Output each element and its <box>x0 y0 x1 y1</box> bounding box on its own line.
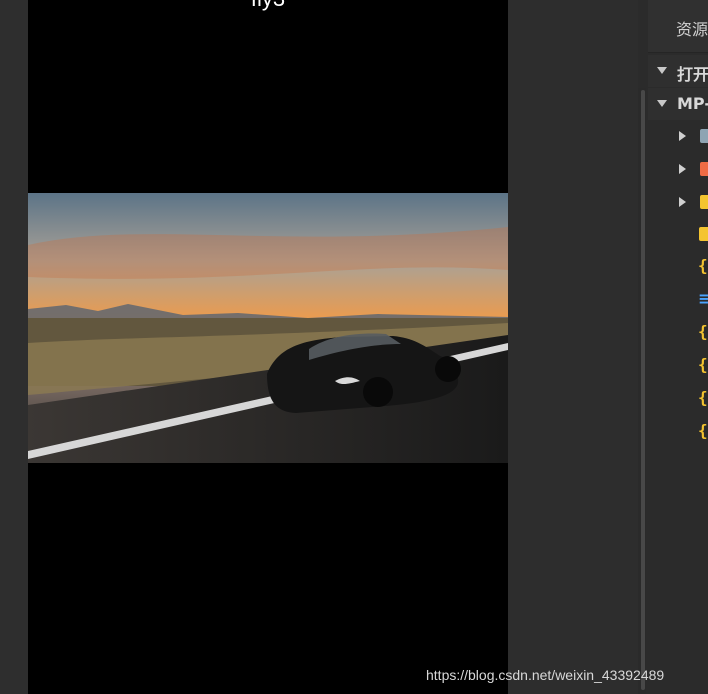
chevron-right-icon <box>679 164 686 174</box>
folder-row[interactable] <box>648 120 708 153</box>
mini-program-simulator[interactable]: fly3 <box>28 0 508 694</box>
explorer-scrollbar-thumb[interactable] <box>641 90 645 690</box>
json-file-icon[interactable]: { <box>698 355 708 374</box>
json-file-icon[interactable]: { <box>698 388 708 407</box>
folder-icon <box>700 129 708 143</box>
explorer-title: 资源管理器 <box>676 20 708 39</box>
folder-icon <box>700 195 708 209</box>
car-rear-wheel <box>435 356 461 382</box>
simulator-side-gap <box>508 0 638 694</box>
chevron-right-icon <box>679 197 686 207</box>
chevron-right-icon <box>679 131 686 141</box>
folder-row[interactable] <box>648 153 708 186</box>
section-label: MP- <box>677 94 708 113</box>
folder-icon <box>700 162 708 176</box>
json-file-icon[interactable]: { <box>698 421 708 440</box>
file-explorer: 资源管理器 打开的编辑器 MP- { ≡ { { { { <box>648 0 708 694</box>
explorer-header: 资源管理器 <box>648 0 708 53</box>
vue-file-icon[interactable]: ≡ <box>699 289 708 308</box>
project-section[interactable]: MP- <box>648 88 708 120</box>
hero-image <box>28 193 508 463</box>
json-file-icon[interactable]: { <box>698 256 708 275</box>
chevron-down-icon <box>657 100 667 107</box>
page-title: fly3 <box>28 0 508 12</box>
json-file-icon[interactable]: { <box>698 322 708 341</box>
chevron-down-icon <box>657 67 667 74</box>
car-front-wheel <box>363 377 393 407</box>
open-editors-section[interactable]: 打开的编辑器 <box>648 55 708 87</box>
folder-row[interactable] <box>648 186 708 219</box>
watermark: https://blog.csdn.net/weixin_43392489 <box>426 667 665 683</box>
file-icon[interactable] <box>699 227 708 241</box>
section-label: 打开的编辑器 <box>677 65 708 84</box>
left-gutter <box>0 0 28 694</box>
